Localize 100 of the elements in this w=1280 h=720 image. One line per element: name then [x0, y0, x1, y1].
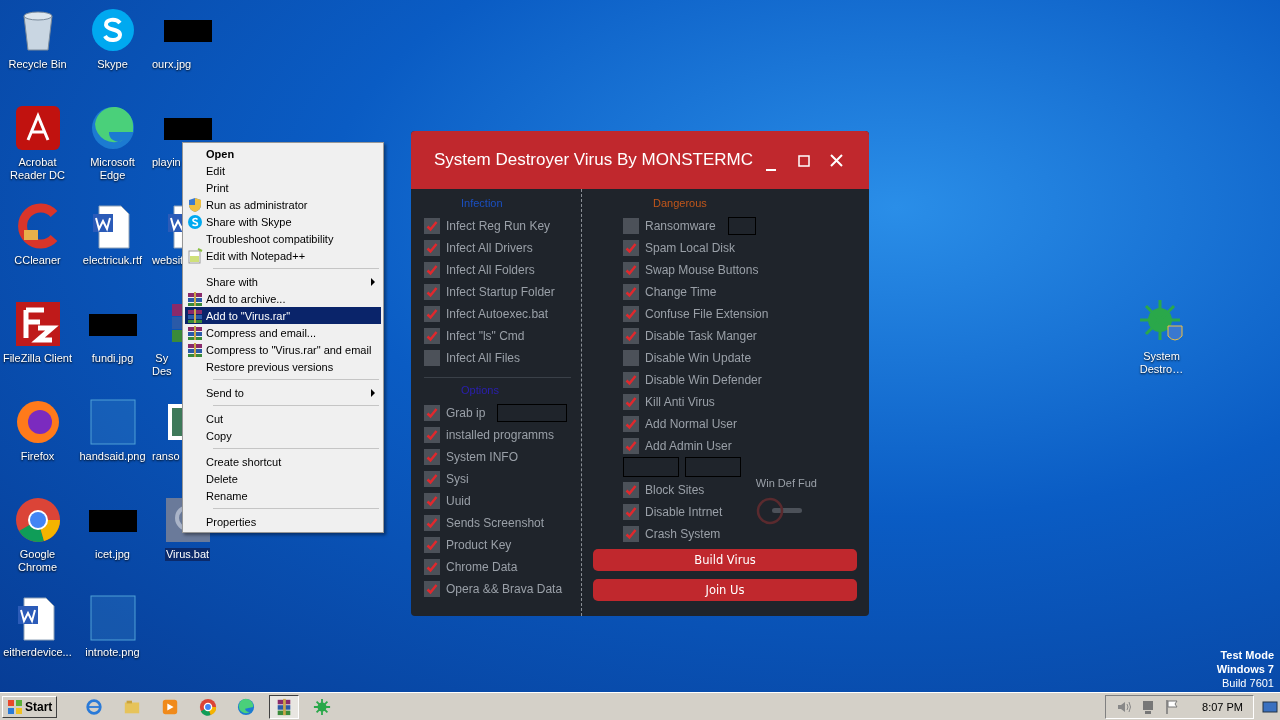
toggle-label: Win Def Fud [755, 477, 817, 489]
checkbox-label: Grab ip [446, 406, 486, 420]
checkbox[interactable] [424, 350, 440, 366]
checkbox[interactable] [424, 328, 440, 344]
menu-item[interactable]: Edit [185, 162, 381, 179]
checkbox-label: Infect Autoexec.bat [446, 307, 549, 321]
checkbox-label: Add Admin User [645, 439, 732, 453]
ftp-client-icon [13, 300, 62, 348]
icon-label[interactable]: websit [150, 254, 185, 267]
icon-label[interactable]: Recycle Bin [7, 58, 68, 71]
checkbox-label: Spam Local Disk [645, 241, 736, 255]
input-field[interactable] [685, 457, 741, 477]
checkbox[interactable] [623, 218, 639, 234]
flag-icon[interactable] [1164, 698, 1181, 715]
checkbox[interactable] [424, 537, 440, 553]
menu-item[interactable]: Rename [185, 487, 381, 504]
menu-item[interactable]: Copy [185, 427, 381, 444]
menu-item[interactable]: Edit with Notepad++ [185, 247, 381, 264]
checkbox[interactable] [623, 240, 639, 256]
icon-label[interactable]: electricuk.rtf [81, 254, 144, 267]
checkbox-label: Chrome Data [446, 560, 518, 574]
checkbox[interactable] [623, 394, 639, 410]
checkbox[interactable] [424, 449, 440, 465]
archive-books-icon[interactable] [269, 694, 300, 719]
window-title: System Destroyer Virus By MONSTERMC [434, 150, 754, 170]
checkbox[interactable] [424, 581, 440, 597]
menu-item[interactable]: Restore previous versions [185, 358, 381, 375]
checkbox[interactable] [424, 559, 440, 575]
icon-label[interactable]: Skype [96, 58, 129, 71]
icon-label[interactable]: CCleaner [13, 254, 62, 267]
submenu-arrow-icon [371, 388, 375, 397]
checkbox[interactable] [424, 515, 440, 531]
icon-label[interactable]: Sy Des [150, 352, 173, 378]
menu-item[interactable]: Send to [185, 384, 381, 401]
checkbox-label: Disable Win Defender [645, 373, 762, 387]
clock[interactable]: 8:07 PM [1202, 700, 1243, 713]
checkbox-label: Change Time [645, 285, 717, 299]
menu-item[interactable]: Open [185, 145, 381, 162]
icon-label[interactable]: Microsoft Edge [75, 156, 150, 182]
checkbox[interactable] [623, 284, 639, 300]
checkbox[interactable] [623, 262, 639, 278]
action-button[interactable]: Join Us [593, 579, 857, 601]
notepad-icon [187, 247, 203, 264]
menu-item[interactable]: Create shortcut [185, 453, 381, 470]
menu-item[interactable]: Compress to "Virus.rar" and email [185, 341, 381, 358]
icon-label[interactable]: ourx.jpg [150, 58, 193, 71]
menu-item[interactable]: Compress and email... [185, 324, 381, 341]
menu-item[interactable]: Cut [185, 410, 381, 427]
checkbox-label: Infect All Files [446, 351, 521, 365]
menu-item[interactable]: Run as administrator [185, 196, 381, 213]
input-field[interactable] [623, 457, 679, 477]
checkbox[interactable] [424, 262, 440, 278]
checkbox-label: Infect "ls" Cmd [446, 329, 525, 343]
checkbox[interactable] [623, 526, 639, 542]
menu-item[interactable]: Print [185, 179, 381, 196]
checkbox[interactable] [424, 240, 440, 256]
action-button[interactable]: Build Virus [593, 549, 857, 571]
checkbox[interactable] [623, 350, 639, 366]
icon-label[interactable]: Google Chrome [0, 548, 75, 574]
icon-label[interactable]: Acrobat Reader DC [0, 156, 75, 182]
menu-item[interactable]: Troubleshoot compatibility [185, 230, 381, 247]
checkbox[interactable] [623, 328, 639, 344]
checkbox[interactable] [424, 405, 440, 421]
menu-item[interactable]: Add to archive... [185, 290, 381, 307]
icon-label[interactable]: ranso [150, 450, 181, 463]
icon-label[interactable]: Firefox [19, 450, 56, 463]
show-desktop-icon[interactable] [1262, 698, 1278, 715]
start-button[interactable]: Start [2, 695, 58, 718]
submenu-arrow-icon [371, 277, 375, 286]
checkbox[interactable] [623, 504, 639, 520]
icon-label[interactable]: fundi.jpg [90, 352, 135, 365]
icon-label[interactable]: icet.jpg [94, 548, 131, 561]
checkbox-label: Ransomware [645, 219, 716, 233]
checkbox[interactable] [623, 306, 639, 322]
checkbox[interactable] [424, 427, 440, 443]
checkbox[interactable] [424, 493, 440, 509]
menu-item[interactable]: Delete [185, 470, 381, 487]
menu-item[interactable]: Share with Skype [185, 213, 381, 230]
checkbox[interactable] [424, 218, 440, 234]
icon-label[interactable]: eitherdevice... [2, 646, 73, 659]
checkbox[interactable] [623, 372, 639, 388]
icon-label[interactable]: Virus.bat [164, 548, 211, 561]
menu-item[interactable]: Properties [185, 513, 381, 530]
checkbox-label: Sysi [446, 472, 469, 486]
icon-label[interactable]: System Destro… [1124, 350, 1199, 376]
checkbox[interactable] [623, 482, 639, 498]
menu-item[interactable]: Share with [185, 273, 381, 290]
checkbox[interactable] [424, 306, 440, 322]
input-field[interactable] [497, 404, 568, 422]
icon-label[interactable]: FileZilla Client [1, 352, 74, 365]
windows-logo-icon [7, 698, 23, 715]
icon-label[interactable]: playin [150, 156, 182, 169]
checkbox[interactable] [424, 284, 440, 300]
checkbox[interactable] [424, 471, 440, 487]
icon-label[interactable]: handsaid.png [78, 450, 147, 463]
menu-item[interactable]: Add to "Virus.rar" [185, 307, 381, 324]
checkbox[interactable] [623, 416, 639, 432]
checkbox[interactable] [623, 438, 639, 454]
icon-label[interactable]: intnote.png [84, 646, 141, 659]
input-field[interactable] [727, 217, 756, 235]
